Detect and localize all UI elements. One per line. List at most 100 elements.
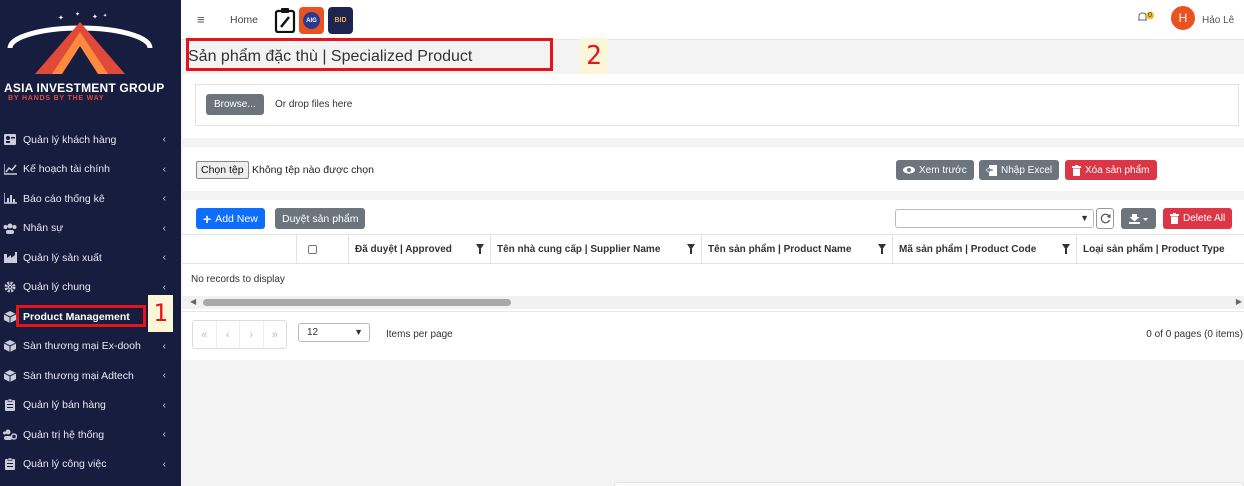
trash-icon: [1072, 164, 1081, 176]
sidebar-item-label: Quản lý sản xuất: [23, 251, 102, 264]
scroll-left-arrow-icon[interactable]: ◀: [190, 297, 196, 306]
sidebar-item-label: Sàn thương mại Adtech: [23, 369, 134, 382]
refresh-button[interactable]: [1096, 208, 1114, 229]
delete-products-button[interactable]: Xóa sản phẩm: [1065, 160, 1157, 180]
sidebar-item-hr[interactable]: Nhân sự ‹: [0, 214, 181, 244]
sidebar-item-production-management[interactable]: Quản lý sản xuất ‹: [0, 243, 181, 273]
delete-all-button[interactable]: Delete All: [1163, 208, 1233, 229]
grid-col-product-name[interactable]: Tên sản phẩm | Product Name: [701, 235, 892, 264]
add-new-label: Add New: [215, 212, 258, 225]
edit-clipboard-icon: [274, 8, 295, 33]
chevron-left-icon: ‹: [162, 193, 166, 204]
gear-icon: [3, 281, 17, 293]
browse-button[interactable]: Browse...: [206, 94, 264, 115]
chevron-left-icon: ‹: [162, 163, 166, 175]
grid-col-product-code[interactable]: Mã sản phẩm | Product Code: [892, 235, 1076, 264]
user-avatar[interactable]: H: [1171, 6, 1195, 30]
chevron-left-icon: ‹: [162, 222, 166, 234]
grid-header-row: Đã duyệt | Approved Tên nhà cung cấp | S…: [183, 234, 1244, 264]
grid-col-product-type[interactable]: Loại sản phẩm | Product Type: [1076, 235, 1244, 264]
brand-tagline: BY HANDS BY THE WAY: [8, 95, 105, 102]
chevron-left-icon: ‹: [162, 134, 166, 145]
col-header-label: Mã sản phẩm | Product Code: [899, 244, 1037, 255]
sidebar: ✦ ✦ ✦ ✦ ASIA INVESTMENT GROUP BY HANDS B…: [0, 0, 181, 486]
chevron-left-icon: ‹: [162, 399, 166, 411]
clipboard-icon: [3, 399, 17, 412]
box-icon: [3, 369, 17, 382]
sidebar-item-label: Kế hoạch tài chính: [23, 163, 110, 176]
annotation-marker-2: 2: [580, 38, 608, 74]
sidebar-item-label: Sàn thương mại Ex-dooh: [23, 340, 141, 353]
choose-file-button[interactable]: Chọn tệp: [196, 161, 249, 179]
line-chart-icon: [3, 163, 17, 175]
scrollbar-thumb[interactable]: [203, 299, 511, 306]
scroll-right-arrow-icon[interactable]: ▶: [1236, 297, 1242, 306]
sidebar-item-ex-dooh-marketplace[interactable]: Sàn thương mại Ex-dooh ‹: [0, 332, 181, 362]
hamburger-menu-icon[interactable]: ≡: [197, 12, 205, 27]
grid-horizontal-scrollbar[interactable]: ◀ ▶: [183, 296, 1244, 309]
sidebar-item-financial-plan[interactable]: Kế hoạch tài chính ‹: [0, 155, 181, 185]
sidebar-item-customer-management[interactable]: Quản lý khách hàng ‹: [0, 125, 181, 155]
sidebar-item-sales-management[interactable]: Quản lý bán hàng ‹: [0, 391, 181, 421]
col-header-label: Loại sản phẩm | Product Type: [1083, 244, 1225, 255]
filter-icon[interactable]: [878, 244, 886, 254]
grid-col-approved[interactable]: Đã duyệt | Approved: [348, 235, 490, 264]
users-icon: [3, 222, 17, 234]
user-name[interactable]: Hảo Lê: [1202, 15, 1234, 26]
chevron-left-icon: ‹: [162, 340, 166, 352]
svg-text:✦: ✦: [58, 14, 64, 22]
filter-icon[interactable]: [1062, 244, 1070, 254]
app-bid-label: BID: [334, 17, 347, 24]
chevron-left-icon: ‹: [162, 370, 166, 381]
app-aig-badge: AIG: [303, 12, 320, 29]
pager-first-button[interactable]: «: [193, 321, 217, 348]
sidebar-item-task-management[interactable]: Quản lý công việc ‹: [0, 450, 181, 480]
dropdown-caret-icon: ▼: [1080, 213, 1089, 223]
sidebar-item-system-admin[interactable]: Quản trị hệ thống ‹: [0, 420, 181, 450]
add-new-button[interactable]: + Add New: [196, 208, 265, 229]
sidebar-item-label: Quản lý bán hàng: [23, 399, 106, 412]
col-header-label: Đã duyệt | Approved: [355, 244, 452, 255]
pager-next-button[interactable]: ›: [240, 321, 264, 348]
annotation-marker-1: 1: [148, 295, 173, 332]
delete-products-label: Xóa sản phẩm: [1085, 164, 1150, 176]
download-icon: [1128, 213, 1148, 224]
notification-count-badge: 0: [1146, 12, 1154, 19]
sidebar-item-adtech-marketplace[interactable]: Sàn thương mại Adtech ‹: [0, 361, 181, 391]
approve-products-label: Duyệt sản phẩm: [282, 212, 359, 225]
refresh-icon: [1100, 213, 1110, 224]
filter-icon[interactable]: [476, 244, 484, 254]
approve-products-button[interactable]: Duyệt sản phẩm: [275, 208, 366, 229]
filter-icon[interactable]: [687, 244, 695, 254]
highlight-box-page-title: [186, 38, 553, 71]
select-all-checkbox[interactable]: [308, 245, 317, 254]
clipboard-icon: [3, 458, 17, 471]
company-logo[interactable]: ✦ ✦ ✦ ✦ ASIA INVESTMENT GROUP BY HANDS B…: [0, 0, 181, 110]
items-per-page-label: Items per page: [386, 329, 453, 340]
chevron-left-icon: ‹: [162, 281, 166, 293]
drop-hint: Or drop files here: [275, 99, 353, 110]
grid-filter-select[interactable]: ▼: [895, 209, 1094, 228]
home-link[interactable]: Home: [230, 14, 258, 26]
brand-name: ASIA INVESTMENT GROUP: [4, 81, 165, 95]
grid-col-supplier-name[interactable]: Tên nhà cung cấp | Supplier Name: [490, 235, 701, 264]
app-launcher-notes[interactable]: [272, 7, 297, 34]
app-launcher-aig[interactable]: AIG: [299, 7, 324, 34]
preview-label: Xem trước: [919, 164, 967, 176]
sidebar-item-label: Quản lý khách hàng: [23, 133, 117, 146]
pager-last-button[interactable]: »: [264, 321, 287, 348]
file-dropzone[interactable]: Browse... Or drop files here: [195, 84, 1239, 126]
highlight-box-product-management: [16, 305, 146, 327]
page-size-select[interactable]: 12 ▼: [298, 323, 370, 342]
grid-col-select-all: [296, 235, 348, 264]
export-dropdown-button[interactable]: [1121, 208, 1156, 229]
sidebar-item-label: Báo cáo thống kê: [23, 192, 105, 205]
pager-prev-button[interactable]: ‹: [217, 321, 240, 348]
trash-icon: [1170, 213, 1179, 224]
col-header-label: Tên nhà cung cấp | Supplier Name: [497, 244, 661, 255]
preview-button[interactable]: Xem trước: [896, 160, 974, 180]
sidebar-item-label: Quản lý công việc: [23, 458, 107, 471]
app-launcher-bid[interactable]: BID: [328, 7, 353, 34]
sidebar-item-statistics-report[interactable]: Báo cáo thống kê ‹: [0, 184, 181, 214]
import-excel-button[interactable]: Nhập Excel: [979, 160, 1060, 180]
